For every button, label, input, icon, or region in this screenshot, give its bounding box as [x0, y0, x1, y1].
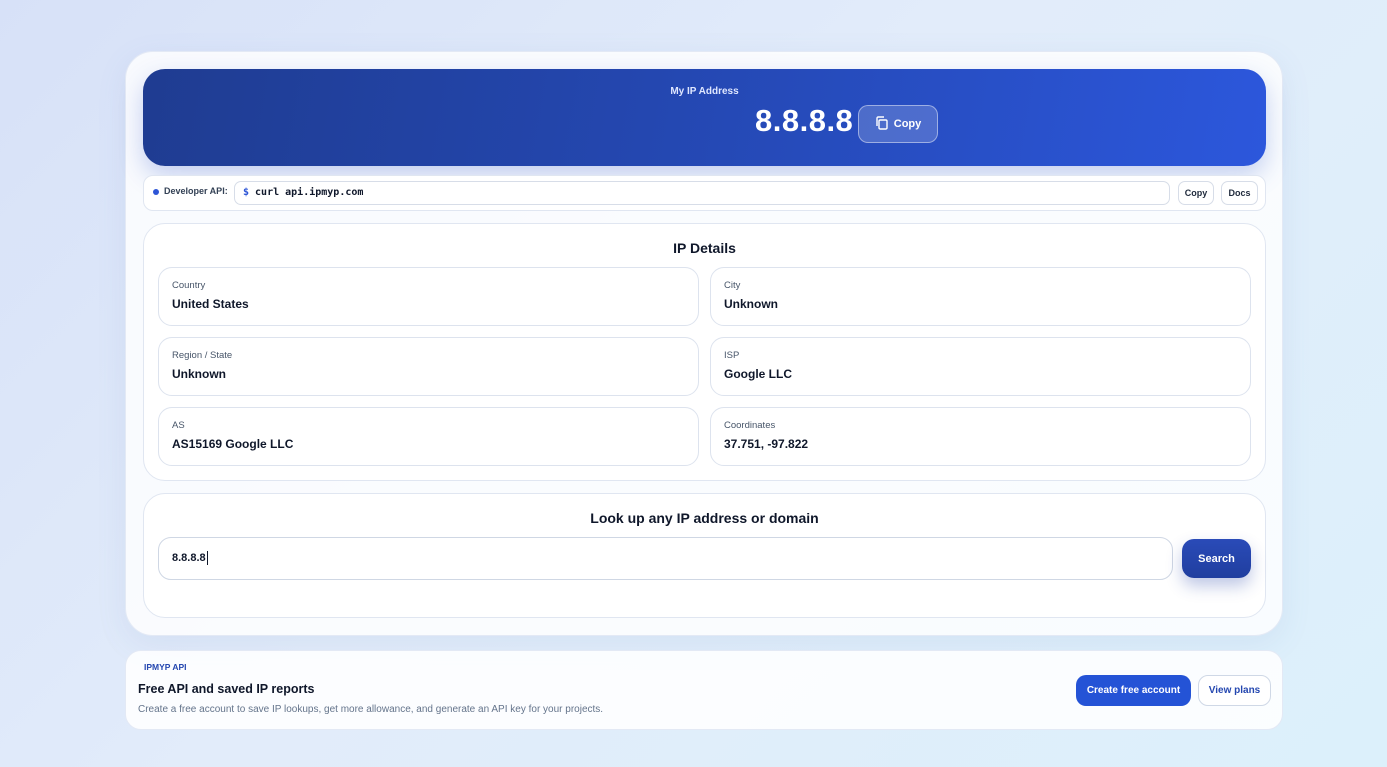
- detail-label: ISP: [724, 350, 740, 361]
- detail-label: AS: [172, 420, 185, 431]
- developer-api-bar: Developer API: $ curl api.ipmyp.com Copy …: [143, 175, 1266, 211]
- api-command-text: curl api.ipmyp.com: [255, 187, 364, 198]
- detail-card-city: City Unknown: [710, 267, 1251, 326]
- detail-label: City: [724, 280, 741, 291]
- detail-card-coordinates: Coordinates 37.751, -97.822: [710, 407, 1251, 466]
- detail-value: AS15169 Google LLC: [172, 437, 294, 451]
- api-promo-card: IPMYP API Free API and saved IP reports …: [125, 650, 1283, 730]
- ip-details-title: IP Details: [673, 240, 736, 256]
- lookup-panel: Look up any IP address or domain 8.8.8.8…: [143, 493, 1266, 618]
- promo-tag: IPMYP API: [144, 662, 187, 672]
- detail-label: Country: [172, 280, 206, 291]
- status-dot-icon: [153, 189, 159, 195]
- view-plans-button[interactable]: View plans: [1198, 675, 1271, 706]
- ip-details-panel: IP Details Country United States City Un…: [143, 223, 1266, 481]
- developer-api-label: Developer API:: [164, 186, 228, 196]
- text-caret: [206, 551, 208, 565]
- copy-ip-button[interactable]: Copy: [858, 105, 938, 143]
- detail-value: Google LLC: [724, 367, 792, 381]
- copy-ip-label: Copy: [893, 118, 922, 130]
- search-input-value: 8.8.8.8: [172, 551, 206, 564]
- create-free-account-button[interactable]: Create free account: [1076, 675, 1191, 706]
- search-button[interactable]: Search: [1182, 539, 1251, 578]
- current-ip-address: 8.8.8.8: [755, 103, 854, 138]
- detail-label: Coordinates: [724, 420, 776, 431]
- detail-card-as: AS AS15169 Google LLC: [158, 407, 699, 466]
- prompt-symbol: $: [243, 187, 250, 198]
- detail-value: 37.751, -97.822: [724, 437, 809, 451]
- hero-label: My IP Address: [670, 86, 739, 97]
- promo-title: Free API and saved IP reports: [138, 682, 315, 696]
- lookup-search-input[interactable]: 8.8.8.8: [158, 537, 1173, 580]
- detail-value: Unknown: [172, 367, 226, 381]
- detail-card-isp: ISP Google LLC: [710, 337, 1251, 396]
- copy-icon: [875, 115, 888, 133]
- promo-description: Create a free account to save IP lookups…: [138, 704, 604, 715]
- lookup-title: Look up any IP address or domain: [590, 510, 819, 526]
- detail-card-region: Region / State Unknown: [158, 337, 699, 396]
- docs-button[interactable]: Docs: [1221, 181, 1258, 205]
- copy-command-button[interactable]: Copy: [1178, 181, 1214, 205]
- detail-value: United States: [172, 297, 249, 311]
- detail-label: Region / State: [172, 350, 233, 361]
- ip-hero-banner: My IP Address 8.8.8.8 Copy: [143, 69, 1266, 166]
- detail-value: Unknown: [724, 297, 778, 311]
- detail-card-country: Country United States: [158, 267, 699, 326]
- api-command-field[interactable]: $ curl api.ipmyp.com: [234, 181, 1170, 205]
